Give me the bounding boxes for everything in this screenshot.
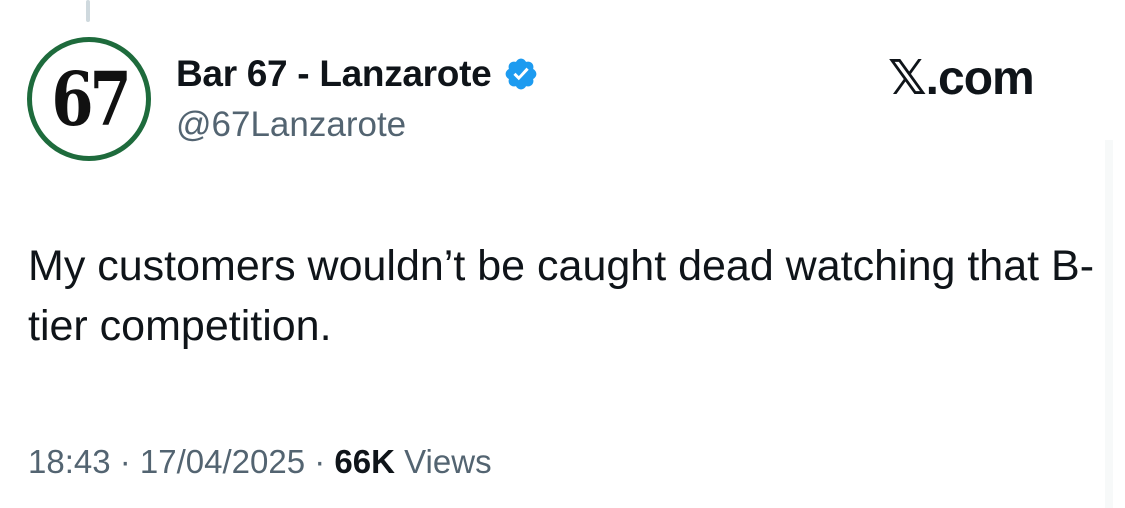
scroll-edge xyxy=(1105,140,1113,508)
meta-separator: · xyxy=(305,443,335,480)
author-name-row[interactable]: Bar 67 - Lanzarote xyxy=(176,52,539,96)
avatar[interactable]: 67 xyxy=(27,37,151,161)
author-handle[interactable]: @67Lanzarote xyxy=(176,104,406,146)
tweet-meta: 18:43 · 17/04/2025 · 66K Views xyxy=(28,440,492,484)
tweet-text: My customers wouldn’t be caught dead wat… xyxy=(28,242,1095,350)
meta-separator: · xyxy=(110,443,140,480)
author-display-name[interactable]: Bar 67 - Lanzarote xyxy=(176,53,492,95)
verified-badge-icon[interactable] xyxy=(503,56,539,92)
views-count[interactable]: 66K xyxy=(334,443,395,480)
avatar-logo-text: 67 xyxy=(50,57,131,143)
tweet-time[interactable]: 18:43 xyxy=(28,443,111,480)
thread-connector-line xyxy=(86,0,90,22)
views-label: Views xyxy=(394,443,492,480)
x-com-brand-label: 𝕏.com xyxy=(888,52,1035,105)
tweet-date[interactable]: 17/04/2025 xyxy=(140,443,305,480)
